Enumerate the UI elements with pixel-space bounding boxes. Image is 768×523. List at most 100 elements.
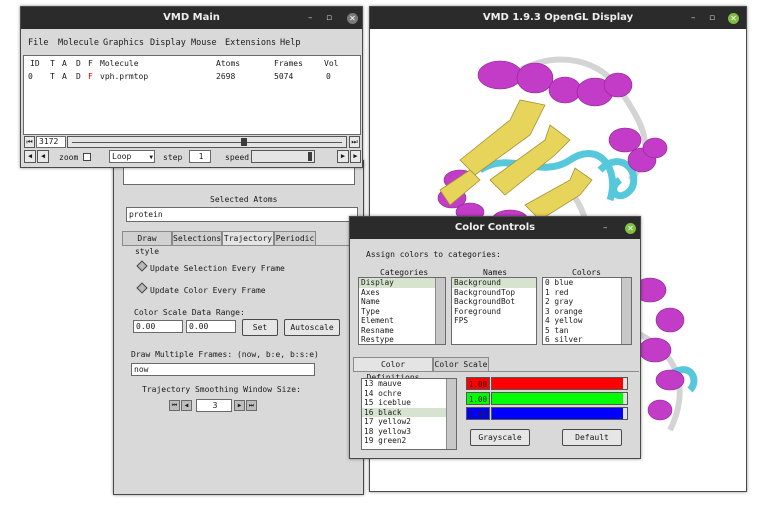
step-back-button[interactable]: ◀ [37, 150, 49, 163]
category-item[interactable]: Type [359, 307, 445, 317]
update-color-option[interactable]: Update Color Every Frame [136, 282, 266, 295]
step-forward-button[interactable]: ▶ [337, 150, 349, 163]
color-item[interactable]: 1 red [543, 288, 631, 298]
color-def-item[interactable]: 14 ochre [362, 389, 456, 399]
name-item[interactable]: Background [452, 278, 536, 288]
loop-mode-select[interactable]: Loop ▼ [109, 150, 155, 163]
color-item[interactable]: 0 blue [543, 278, 631, 288]
grayscale-button[interactable]: Grayscale [470, 429, 530, 446]
category-item[interactable]: Name [359, 297, 445, 307]
color-item[interactable]: 4 yellow [543, 316, 631, 326]
category-item[interactable]: Display [359, 278, 445, 288]
zoom-checkbox[interactable] [83, 153, 91, 161]
green-slider-track[interactable] [491, 392, 628, 405]
red-slider-track[interactable] [491, 377, 628, 390]
color-def-item[interactable]: 17 yellow2 [362, 417, 456, 427]
menu-mouse[interactable]: Mouse [191, 38, 217, 48]
tab-trajectory[interactable]: Trajectory [222, 231, 274, 245]
colors-list[interactable]: 0 blue 1 red 2 gray 3 orange 4 yellow 5 … [542, 277, 632, 345]
green-slider-row[interactable]: 1.00 [466, 392, 628, 405]
tab-selections[interactable]: Selections [172, 231, 222, 245]
close-icon[interactable]: ✕ [347, 13, 358, 24]
range-min-input[interactable]: 0.00 [133, 320, 183, 333]
speed-slider[interactable] [251, 150, 315, 163]
menu-extensions[interactable]: Extensions [225, 38, 276, 48]
smoothing-value[interactable]: 3 [196, 399, 232, 412]
last-frame-button[interactable]: ⏭ [349, 136, 360, 148]
speed-slider-handle[interactable] [308, 152, 312, 161]
play-forward-button[interactable]: ▶ [350, 150, 361, 163]
row-active-flag[interactable]: A [62, 72, 67, 81]
close-icon[interactable]: ✕ [625, 223, 636, 234]
draw-multiple-frames-label: Draw Multiple Frames: (now, b:e, b:s:e) [131, 350, 319, 359]
col-frames: Frames [274, 59, 303, 68]
close-icon[interactable]: ✕ [728, 13, 739, 24]
blue-slider-row[interactable]: 1.00 [466, 407, 628, 420]
menu-help[interactable]: Help [280, 38, 300, 48]
first-frame-button[interactable]: ⏮ [24, 136, 35, 148]
color-def-item[interactable]: 19 green2 [362, 436, 456, 446]
menu-file[interactable]: File [28, 38, 48, 48]
smoothing-first-button[interactable]: ⏮ [169, 400, 180, 411]
menu-molecule[interactable]: Molecule [58, 38, 99, 48]
row-fixed-flag[interactable]: F [88, 72, 93, 81]
frame-number-input[interactable]: 3172 [36, 136, 66, 148]
maximize-icon[interactable]: ▫ [709, 7, 715, 29]
color-def-item[interactable]: 18 yellow3 [362, 427, 456, 437]
range-max-input[interactable]: 0.00 [186, 320, 236, 333]
color-def-item[interactable]: 15 iceblue [362, 398, 456, 408]
names-header: Names [483, 268, 508, 277]
selected-atoms-label: Selected Atoms [210, 195, 278, 204]
color-defs-scrollbar[interactable] [446, 379, 456, 449]
minimize-icon[interactable]: – [691, 7, 696, 29]
name-item[interactable]: BackgroundTop [452, 288, 536, 298]
colors-scrollbar[interactable] [621, 278, 631, 344]
category-item[interactable]: Restype [359, 335, 445, 344]
molecule-list[interactable]: ID T A D F Molecule Atoms Frames Vol 0 T… [23, 55, 361, 135]
color-item[interactable]: 3 orange [543, 307, 631, 317]
tab-color-scale[interactable]: Color Scale [433, 357, 489, 371]
row-drawn-flag[interactable]: D [76, 72, 81, 81]
smoothing-increment-button[interactable]: ▶ [234, 400, 245, 411]
name-item[interactable]: FPS [452, 316, 536, 326]
tab-color-definitions[interactable]: Color Definitions [353, 357, 433, 382]
tab-periodic[interactable]: Periodic [274, 231, 316, 245]
minimize-icon[interactable]: – [603, 217, 608, 239]
categories-scrollbar[interactable] [435, 278, 445, 344]
color-item[interactable]: 5 tan [543, 326, 631, 336]
autoscale-button[interactable]: Autoscale [284, 319, 340, 336]
category-item[interactable]: Axes [359, 288, 445, 298]
blue-slider-track[interactable] [491, 407, 628, 420]
zoom-label: zoom [59, 153, 79, 162]
play-reverse-button[interactable]: ◀ [24, 150, 36, 163]
menu-graphics[interactable]: Graphics [103, 38, 144, 48]
row-top-flag[interactable]: T [50, 72, 55, 81]
smoothing-decrement-button[interactable]: ◀ [181, 400, 192, 411]
step-input[interactable]: 1 [189, 150, 211, 163]
frame-slider-handle[interactable] [240, 138, 247, 146]
smoothing-last-button[interactable]: ⏭ [246, 400, 257, 411]
name-item[interactable]: BackgroundBot [452, 297, 536, 307]
name-item[interactable]: Foreground [452, 307, 536, 317]
color-item[interactable]: 6 silver [543, 335, 631, 344]
names-list[interactable]: Background BackgroundTop BackgroundBot F… [451, 277, 537, 345]
update-selection-option[interactable]: Update Selection Every Frame [136, 260, 285, 273]
categories-list[interactable]: Display Axes Name Type Element Resname R… [358, 277, 446, 345]
color-definitions-list[interactable]: 13 mauve 14 ochre 15 iceblue 16 black 17… [361, 378, 457, 450]
tab-draw-style[interactable]: Draw style [122, 231, 172, 256]
color-def-item[interactable]: 16 black [362, 407, 456, 417]
molecule-row[interactable]: 0 T A D F vph.prmtop 2698 5074 0 [24, 72, 360, 82]
maximize-icon[interactable]: ▫ [326, 7, 332, 29]
color-item[interactable]: 2 gray [543, 297, 631, 307]
draw-frames-input[interactable]: now [131, 363, 315, 376]
default-button[interactable]: Default [562, 429, 622, 446]
set-button[interactable]: Set [242, 319, 278, 336]
minimize-icon[interactable]: – [308, 7, 313, 29]
category-item[interactable]: Element [359, 316, 445, 326]
selection-input[interactable]: protein [126, 207, 358, 222]
color-def-item[interactable]: 13 mauve [362, 379, 456, 389]
frame-slider[interactable] [67, 136, 347, 148]
category-item[interactable]: Resname [359, 326, 445, 336]
menu-display[interactable]: Display [150, 38, 186, 48]
red-slider-row[interactable]: 1.00 [466, 377, 628, 390]
